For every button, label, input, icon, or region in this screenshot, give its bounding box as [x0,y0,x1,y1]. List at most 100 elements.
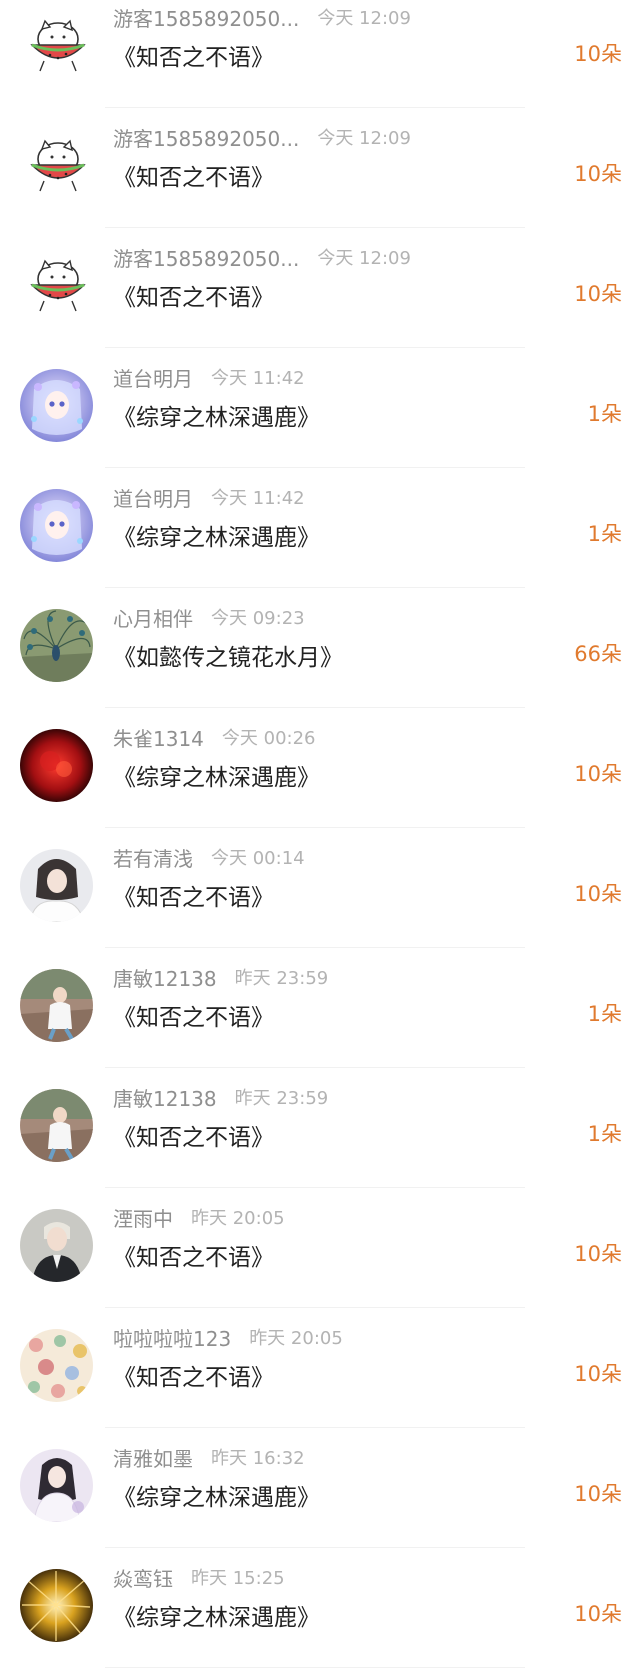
book-title[interactable]: 《如懿传之镜花水月》 [113,638,343,672]
item-meta: 清雅如墨 昨天 16:32 [113,1442,305,1472]
list-item[interactable]: 游客1585892050... 今天 12:09 《知否之不语》 10朵 [0,108,640,228]
book-title[interactable]: 《知否之不语》 [113,158,274,192]
gold-burst-icon [20,1569,93,1642]
avatar[interactable] [20,1449,93,1522]
gift-amount: 1朵 [587,1122,622,1146]
gift-amount: 10朵 [574,282,622,306]
list-item[interactable]: 唐敏12138 昨天 23:59 《知否之不语》 1朵 [0,1068,640,1188]
peacock-icon [20,609,93,682]
gift-amount: 10朵 [574,42,622,66]
gift-amount: 1朵 [587,1002,622,1026]
username[interactable]: 心月相伴 [113,603,193,632]
anime-girl-icon [20,369,93,442]
book-title[interactable]: 《知否之不语》 [113,1238,274,1272]
man-dark-icon [20,1209,93,1282]
item-meta: 游客1585892050... 今天 12:09 [113,122,411,152]
item-meta: 若有清浅 今天 00:14 [113,842,305,872]
timestamp: 今天 00:14 [211,848,305,869]
avatar[interactable] [20,1569,93,1642]
username[interactable]: 焱鸾钰 [113,1563,173,1592]
book-title[interactable]: 《知否之不语》 [113,998,274,1032]
timestamp: 昨天 15:25 [191,1568,285,1589]
username[interactable]: 游客1585892050... [113,3,299,32]
avatar[interactable] [20,129,93,202]
avatar[interactable] [20,369,93,442]
book-title[interactable]: 《知否之不语》 [113,278,274,312]
list-item[interactable]: 朱雀1314 今天 00:26 《综穿之林深遇鹿》 10朵 [0,708,640,828]
woman-outdoor-icon [20,1089,93,1162]
avatar[interactable] [20,9,93,82]
item-meta: 心月相伴 今天 09:23 [113,602,305,632]
list-item[interactable]: 道台明月 今天 11:42 《综穿之林深遇鹿》 1朵 [0,348,640,468]
list-item[interactable]: 唐敏12138 昨天 23:59 《知否之不语》 1朵 [0,948,640,1068]
timestamp: 今天 11:42 [211,488,305,509]
book-title[interactable]: 《知否之不语》 [113,878,274,912]
watermelon-cat-icon [20,249,93,322]
avatar[interactable] [20,1089,93,1162]
gift-amount: 1朵 [587,402,622,426]
avatar[interactable] [20,729,93,802]
list-item[interactable]: 焱鸾钰 昨天 15:25 《综穿之林深遇鹿》 10朵 [0,1548,640,1668]
list-item[interactable]: 啦啦啦啦123 昨天 20:05 《知否之不语》 10朵 [0,1308,640,1428]
gift-amount: 10朵 [574,882,622,906]
gift-amount: 66朵 [574,642,622,666]
woman-outdoor-icon [20,969,93,1042]
item-meta: 朱雀1314 今天 00:26 [113,722,316,752]
username[interactable]: 游客1585892050... [113,123,299,152]
avatar[interactable] [20,609,93,682]
timestamp: 今天 11:42 [211,368,305,389]
item-meta: 湮雨中 昨天 20:05 [113,1202,285,1232]
timestamp: 昨天 23:59 [234,968,329,989]
item-meta: 道台明月 今天 11:42 [113,362,305,392]
book-title[interactable]: 《综穿之林深遇鹿》 [113,1478,320,1512]
avatar[interactable] [20,249,93,322]
username[interactable]: 道台明月 [113,483,193,512]
list-item[interactable]: 湮雨中 昨天 20:05 《知否之不语》 10朵 [0,1188,640,1308]
item-meta: 唐敏12138 昨天 23:59 [113,962,328,992]
book-title[interactable]: 《综穿之林深遇鹿》 [113,398,320,432]
username[interactable]: 若有清浅 [113,843,193,872]
book-title[interactable]: 《综穿之林深遇鹿》 [113,518,320,552]
avatar[interactable] [20,969,93,1042]
timestamp: 今天 12:09 [317,128,411,149]
list-item[interactable]: 若有清浅 今天 00:14 《知否之不语》 10朵 [0,828,640,948]
username[interactable]: 唐敏12138 [113,1083,217,1112]
watermelon-cat-icon [20,129,93,202]
book-title[interactable]: 《综穿之林深遇鹿》 [113,758,320,792]
username[interactable]: 清雅如墨 [113,1443,193,1472]
book-title[interactable]: 《知否之不语》 [113,38,274,72]
timestamp: 昨天 23:59 [234,1088,329,1109]
red-flower-icon [20,729,93,802]
gift-amount: 1朵 [587,522,622,546]
avatar[interactable] [20,1209,93,1282]
list-item[interactable]: 道台明月 今天 11:42 《综穿之林深遇鹿》 1朵 [0,468,640,588]
username[interactable]: 道台明月 [113,363,193,392]
username[interactable]: 游客1585892050... [113,243,299,272]
item-meta: 啦啦啦啦123 昨天 20:05 [113,1322,343,1352]
timestamp: 今天 09:23 [211,608,305,629]
book-title[interactable]: 《知否之不语》 [113,1118,274,1152]
gift-amount: 10朵 [574,762,622,786]
gift-amount: 10朵 [574,1242,622,1266]
avatar[interactable] [20,1329,93,1402]
username[interactable]: 唐敏12138 [113,963,217,992]
book-title[interactable]: 《知否之不语》 [113,1358,274,1392]
list-item[interactable]: 游客1585892050... 今天 12:09 《知否之不语》 10朵 [0,0,640,108]
item-meta: 焱鸾钰 昨天 15:25 [113,1562,285,1592]
avatar[interactable] [20,489,93,562]
gift-amount: 10朵 [574,1482,622,1506]
username[interactable]: 湮雨中 [113,1203,173,1232]
avatar[interactable] [20,849,93,922]
book-title[interactable]: 《综穿之林深遇鹿》 [113,1598,320,1632]
gift-amount: 10朵 [574,162,622,186]
timestamp: 今天 12:09 [317,248,411,269]
timestamp: 昨天 20:05 [249,1328,343,1349]
list-item[interactable]: 心月相伴 今天 09:23 《如懿传之镜花水月》 66朵 [0,588,640,708]
item-meta: 游客1585892050... 今天 12:09 [113,2,411,32]
watermelon-cat-icon [20,9,93,82]
list-item[interactable]: 清雅如墨 昨天 16:32 《综穿之林深遇鹿》 10朵 [0,1428,640,1548]
username[interactable]: 啦啦啦啦123 [113,1323,231,1352]
list-item[interactable]: 游客1585892050... 今天 12:09 《知否之不语》 10朵 [0,228,640,348]
anime-girl-icon [20,489,93,562]
username[interactable]: 朱雀1314 [113,723,204,752]
